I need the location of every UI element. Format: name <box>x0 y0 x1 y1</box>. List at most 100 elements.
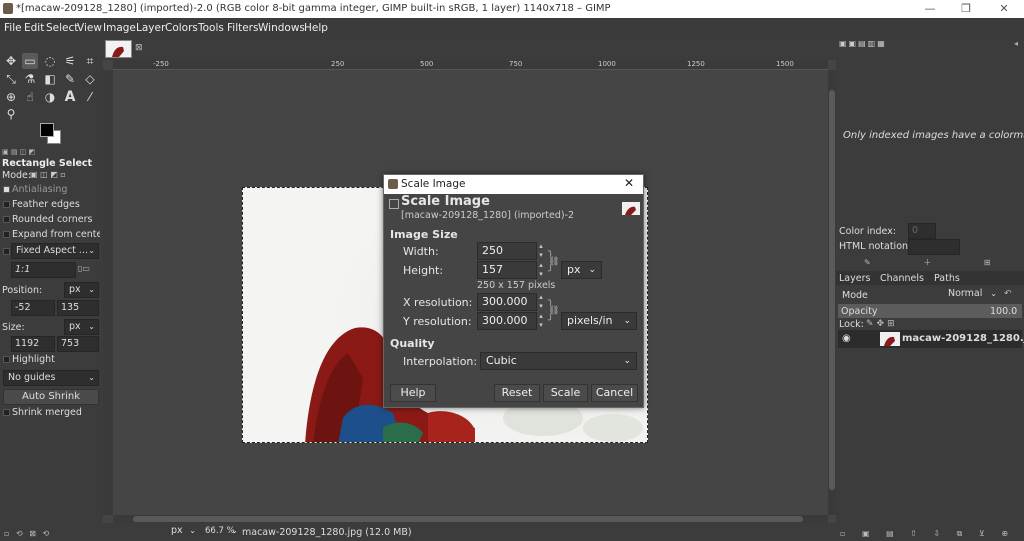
restore-button[interactable]: ❐ <box>948 0 984 18</box>
rect-select-tool-icon[interactable]: ▭ <box>22 53 38 69</box>
resolution-chain-icon[interactable]: ╮ ⛓ ╯ <box>548 296 559 326</box>
transform-tool-icon[interactable]: ⤡ <box>3 71 19 87</box>
size-height-field[interactable]: 753 <box>57 336 99 352</box>
fuzzy-select-tool-icon[interactable]: ⚟ <box>62 53 78 69</box>
vertical-scrollbar[interactable] <box>828 70 836 515</box>
antialiasing-checkbox[interactable] <box>3 186 10 193</box>
lock-icons[interactable]: ✎✥⊞ <box>866 319 898 329</box>
aspect-ratio-field[interactable]: 1:1 <box>11 262 76 278</box>
fixed-aspect-checkbox[interactable] <box>3 248 10 255</box>
width-input[interactable]: 250 <box>477 242 537 260</box>
feather-edges-checkbox[interactable] <box>3 201 10 208</box>
resolution-unit-dropdown[interactable]: pixels/in ⌄ <box>561 312 637 330</box>
fixed-aspect-dropdown[interactable]: Fixed Aspect ... ⌄ <box>11 243 99 259</box>
vertical-scroll-thumb[interactable] <box>829 90 835 490</box>
expand-from-center-checkbox[interactable] <box>3 231 10 238</box>
crop-tool-icon[interactable]: ⌗ <box>82 53 98 69</box>
layer-mode-dropdown[interactable]: Normal ⌄ <box>944 287 1000 303</box>
html-notation-label: HTML notation: <box>839 241 912 252</box>
image-tab-close-icon[interactable]: ⊠ <box>135 43 143 53</box>
width-spinner[interactable]: ▴ ▾ <box>537 242 545 260</box>
size-width-field[interactable]: 1192 <box>11 336 55 352</box>
menu-select[interactable]: Select <box>46 22 78 34</box>
dock-tabs-icons[interactable]: ▣▣▤▥▦ <box>839 39 919 49</box>
layer-row[interactable]: ◉ macaw-209128_1280.jpg <box>838 330 1024 348</box>
menu-view[interactable]: View <box>77 22 102 34</box>
menu-colors[interactable]: Colors <box>165 22 198 34</box>
auto-shrink-button[interactable]: Auto Shrink <box>3 389 99 405</box>
help-button[interactable]: Help <box>390 384 436 402</box>
reset-button[interactable]: Reset <box>494 384 540 402</box>
tab-layers[interactable]: Layers <box>839 273 870 284</box>
tab-paths[interactable]: Paths <box>934 273 960 284</box>
size-unit-dropdown[interactable]: px ⌄ <box>561 261 602 279</box>
eye-visibility-icon[interactable]: ◉ <box>842 333 851 344</box>
rounded-corners-checkbox[interactable] <box>3 216 10 223</box>
image-tab-thumbnail[interactable] <box>105 40 132 58</box>
foreground-color-swatch[interactable] <box>40 123 54 137</box>
dock-menu-icon[interactable]: ◂ <box>1014 39 1018 48</box>
zoom-dropdown[interactable]: 66.7 % ⌄ <box>201 524 241 540</box>
image-tab-bar: ⊠ <box>103 38 836 60</box>
dodge-tool-icon[interactable]: ◑ <box>42 89 58 105</box>
y-resolution-spinner[interactable]: ▴ ▾ <box>537 312 545 330</box>
x-resolution-input[interactable]: 300.000 <box>477 293 537 311</box>
menu-help[interactable]: Help <box>304 22 328 34</box>
text-tool-icon[interactable]: A <box>62 89 78 105</box>
y-resolution-input[interactable]: 300.000 <box>477 312 537 330</box>
dialog-close-button[interactable]: ✕ <box>624 176 634 190</box>
lasso-tool-icon[interactable]: ◌ <box>42 53 58 69</box>
position-unit-dropdown[interactable]: px ⌄ <box>64 282 99 298</box>
guides-dropdown[interactable]: No guides ⌄ <box>3 370 99 386</box>
color-picker-tool-icon[interactable]: ⁄ <box>82 89 98 105</box>
shrink-merged-checkbox[interactable] <box>3 409 10 416</box>
horizontal-scrollbar[interactable] <box>113 515 828 523</box>
menu-tools[interactable]: Tools <box>198 22 224 34</box>
position-y-field[interactable]: 135 <box>57 300 99 316</box>
move-tool-icon[interactable]: ✥ <box>3 53 19 69</box>
menu-edit[interactable]: Edit <box>24 22 44 34</box>
highlight-checkbox[interactable] <box>3 356 10 363</box>
height-spinner[interactable]: ▴ ▾ <box>537 261 545 279</box>
layer-mode-reset-icon[interactable]: ↶ <box>1004 289 1012 299</box>
aspect-orientation-icon[interactable]: ▯▭ <box>78 264 90 273</box>
width-label: Width: <box>403 245 439 258</box>
html-notation-field[interactable] <box>908 239 960 255</box>
menu-image[interactable]: Image <box>103 22 136 34</box>
menu-windows[interactable]: Windows <box>258 22 305 34</box>
mode-buttons[interactable]: ▣ ◫ ◩ ▫ <box>30 170 78 180</box>
menu-filters[interactable]: Filters <box>227 22 258 34</box>
chain-link-icon[interactable]: ╮ ⛓ ╯ <box>548 247 559 277</box>
tool-options-footer-buttons[interactable]: ▫ ⟲ ⊠ ⟲ <box>4 529 100 539</box>
eraser-tool-icon[interactable]: ◇ <box>82 71 98 87</box>
layers-footer-buttons[interactable]: ▫ ▣ ▤ ⇧ ⇩ ⧉ ⊻ ⊕ ⊠ <box>840 529 1024 539</box>
color-index-field[interactable]: 0 <box>908 223 936 239</box>
horizontal-scroll-thumb[interactable] <box>133 516 803 522</box>
shrink-merged-label: Shrink merged <box>12 407 82 418</box>
warp-tool-icon[interactable]: ⚗ <box>22 71 38 87</box>
image-size-section-label: Image Size <box>390 228 458 241</box>
x-resolution-spinner[interactable]: ▴ ▾ <box>537 293 545 311</box>
tool-options-tabs[interactable]: ▣ ▤ ◫ ◩ <box>2 148 46 156</box>
smudge-tool-icon[interactable]: ☝ <box>22 89 38 105</box>
zoom-tool-icon[interactable]: ⚲ <box>3 106 19 122</box>
bucket-fill-tool-icon[interactable]: ◧ <box>42 71 58 87</box>
minimize-button[interactable]: — <box>912 0 948 18</box>
height-input[interactable]: 157 <box>477 261 537 279</box>
tab-channels[interactable]: Channels <box>880 273 924 284</box>
gimp-dialog-icon <box>388 179 398 189</box>
clone-tool-icon[interactable]: ⊕ <box>3 89 19 105</box>
colormap-action-buttons[interactable]: ✎ ＋ ⊞ <box>864 257 1014 267</box>
status-unit-dropdown[interactable]: px ⌄ <box>167 524 199 540</box>
menu-file[interactable]: File <box>4 22 22 34</box>
opacity-slider[interactable]: Opacity 100.0 <box>838 304 1022 318</box>
close-window-button[interactable]: ✕ <box>986 0 1022 18</box>
layer-thumbnail <box>880 332 900 346</box>
menu-layer[interactable]: Layer <box>136 22 165 34</box>
cancel-button[interactable]: Cancel <box>591 384 638 402</box>
size-unit-dropdown[interactable]: px ⌄ <box>64 319 99 335</box>
scale-button[interactable]: Scale <box>543 384 588 402</box>
interpolation-dropdown[interactable]: Cubic ⌄ <box>480 352 637 370</box>
paintbrush-tool-icon[interactable]: ✎ <box>62 71 78 87</box>
position-x-field[interactable]: -52 <box>11 300 55 316</box>
